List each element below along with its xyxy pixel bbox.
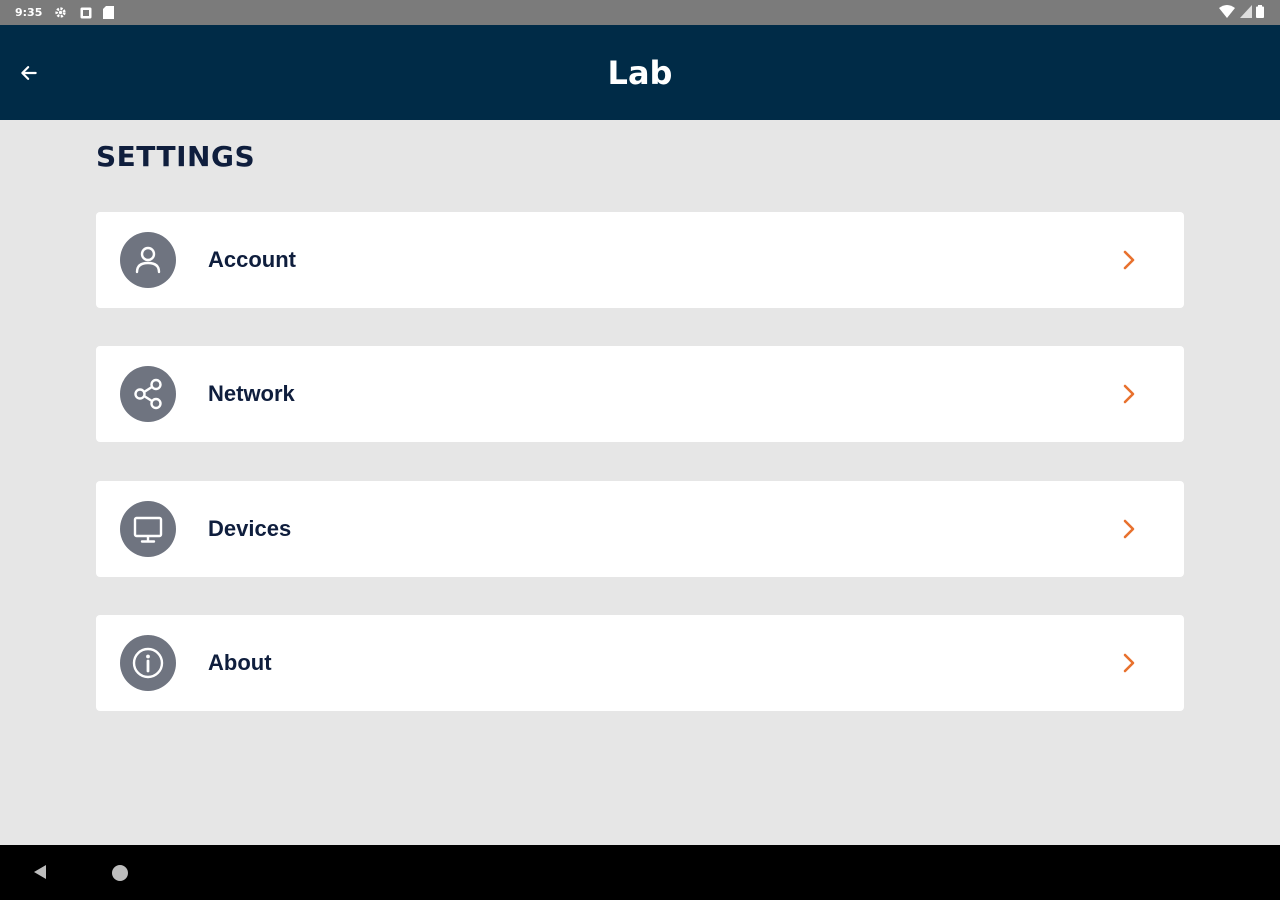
back-triangle-icon[interactable]	[32, 864, 48, 880]
signal-icon	[1239, 5, 1252, 18]
settings-item-about[interactable]: About	[96, 615, 1184, 711]
user-icon	[120, 232, 176, 288]
status-right-icons	[1219, 5, 1264, 23]
chevron-right-icon	[1123, 250, 1135, 270]
battery-icon	[1256, 5, 1264, 18]
status-time: 9:35	[15, 6, 43, 19]
settings-item-account[interactable]: Account	[96, 212, 1184, 308]
share-icon	[120, 366, 176, 422]
info-icon	[120, 635, 176, 691]
section-title: SETTINGS	[96, 140, 256, 173]
chevron-right-icon	[1123, 653, 1135, 673]
settings-item-network[interactable]: Network	[96, 346, 1184, 442]
settings-item-label: Devices	[208, 516, 292, 541]
settings-item-label: Account	[208, 247, 296, 272]
back-button[interactable]	[12, 56, 46, 90]
navigation-bar	[0, 845, 1280, 900]
sd-card-icon	[103, 6, 114, 24]
chevron-right-icon	[1123, 519, 1135, 539]
notification-icon	[80, 6, 92, 24]
arrow-left-icon	[21, 66, 37, 80]
status-bar: 9:35	[0, 0, 1280, 25]
settings-item-label: About	[208, 650, 272, 675]
app-bar: Lab	[0, 25, 1280, 120]
monitor-icon	[120, 501, 176, 557]
settings-item-devices[interactable]: Devices	[96, 481, 1184, 577]
page-title: Lab	[607, 54, 673, 92]
settings-item-label: Network	[208, 381, 295, 406]
home-circle-icon[interactable]	[112, 865, 128, 881]
settings-icon	[54, 6, 67, 24]
wifi-icon	[1219, 5, 1236, 18]
chevron-right-icon	[1123, 384, 1135, 404]
